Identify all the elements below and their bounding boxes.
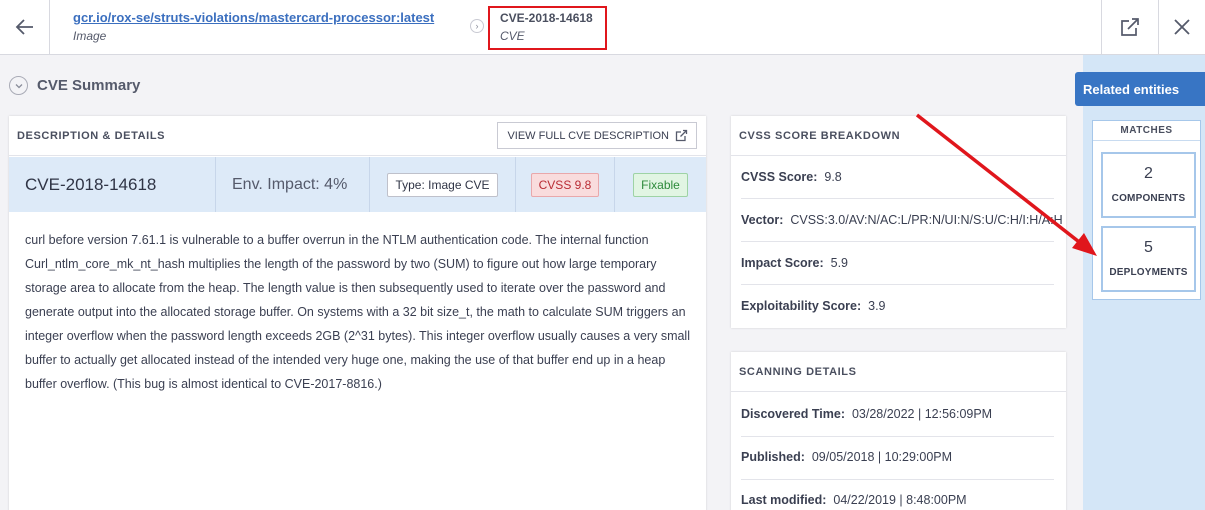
open-external-button[interactable]: [1101, 0, 1158, 54]
external-link-icon: [675, 129, 688, 142]
discovered-time-value: 03/28/2022 | 12:56:09PM: [851, 407, 993, 421]
matches-heading: MATCHES: [1093, 121, 1200, 141]
vector-label: Vector:: [741, 213, 784, 227]
scanning-heading: SCANNING DETAILS: [739, 365, 857, 378]
close-button[interactable]: [1158, 0, 1205, 54]
header-bar: gcr.io/rox-se/struts-violations/masterca…: [0, 0, 1205, 55]
breadcrumb-cve: CVE-2018-14618 CVE: [488, 6, 607, 50]
cvss-score-row: CVSS Score: 9.8: [741, 170, 842, 184]
impact-score-label: Impact Score:: [741, 256, 824, 270]
published-row: Published: 09/05/2018 | 10:29:00PM: [741, 450, 952, 464]
divider: [741, 241, 1054, 242]
cvss-score-label: CVSS Score:: [741, 170, 818, 184]
view-full-cve-button[interactable]: VIEW FULL CVE DESCRIPTION: [497, 122, 697, 149]
related-entities-button[interactable]: Related entities: [1075, 72, 1205, 106]
cve-summary-toggle[interactable]: CVE Summary: [9, 76, 140, 95]
description-panel: DESCRIPTION & DETAILS VIEW FULL CVE DESC…: [9, 116, 706, 510]
cve-summary-row: CVE-2018-14618 Env. Impact: 4% Type: Ima…: [9, 157, 706, 212]
exploitability-score-value: 3.9: [868, 299, 886, 313]
divider: [741, 436, 1054, 437]
cve-summary-title: CVE Summary: [37, 77, 141, 94]
deployments-tile[interactable]: 5 DEPLOYMENTS: [1101, 226, 1196, 292]
vector-value: CVSS:3.0/AV:N/AC:L/PR:N/UI:N/S:U/C:H/I:H…: [790, 213, 1063, 227]
components-tile[interactable]: 2 COMPONENTS: [1101, 152, 1196, 218]
cve-description: curl before version 7.61.1 is vulnerable…: [25, 233, 690, 391]
deployments-label: DEPLOYMENTS: [1109, 267, 1188, 278]
back-button[interactable]: [0, 0, 50, 54]
external-link-icon: [1121, 18, 1139, 36]
vector-row: Vector: CVSS:3.0/AV:N/AC:L/PR:N/UI:N/S:U…: [741, 213, 1063, 227]
components-count: 2: [1144, 165, 1153, 182]
matches-panel: MATCHES 2 COMPONENTS 5 DEPLOYMENTS: [1092, 120, 1201, 300]
image-link[interactable]: gcr.io/rox-se/struts-violations/masterca…: [73, 10, 434, 26]
last-modified-label: Last modified:: [741, 493, 827, 507]
published-label: Published:: [741, 450, 805, 464]
env-impact: Env. Impact: 4%: [232, 175, 348, 193]
cve-breadcrumb-type: CVE: [500, 29, 525, 43]
cve-id: CVE-2018-14618: [25, 174, 157, 194]
cve-breadcrumb-title: CVE-2018-14618: [500, 11, 593, 25]
last-modified-row: Last modified: 04/22/2019 | 8:48:00PM: [741, 493, 967, 507]
exploitability-score-row: Exploitability Score: 3.9: [741, 299, 886, 313]
arrow-left-icon: [15, 19, 33, 35]
deployments-count: 5: [1144, 239, 1153, 256]
impact-score-value: 5.9: [830, 256, 849, 270]
chevron-down-icon: [9, 76, 28, 95]
fixable-badge: Fixable: [633, 172, 688, 197]
cvss-breakdown-panel: CVSS SCORE BREAKDOWN CVSS Score: 9.8 Vec…: [731, 116, 1066, 328]
chevron-right-icon: ›: [470, 19, 484, 33]
published-value: 09/05/2018 | 10:29:00PM: [811, 450, 953, 464]
divider: [741, 198, 1054, 199]
discovered-time-row: Discovered Time: 03/28/2022 | 12:56:09PM: [741, 407, 992, 421]
cvss-heading: CVSS SCORE BREAKDOWN: [739, 129, 901, 142]
impact-score-row: Impact Score: 5.9: [741, 256, 848, 270]
divider: [741, 284, 1054, 285]
components-label: COMPONENTS: [1111, 193, 1186, 204]
breadcrumb-image: gcr.io/rox-se/struts-violations/masterca…: [73, 10, 434, 44]
last-modified-value: 04/22/2019 | 8:48:00PM: [833, 493, 967, 507]
close-icon: [1174, 19, 1190, 35]
cvss-score-value: 9.8: [824, 170, 842, 184]
discovered-time-label: Discovered Time:: [741, 407, 845, 421]
description-heading: DESCRIPTION & DETAILS: [17, 129, 166, 142]
exploitability-score-label: Exploitability Score:: [741, 299, 862, 313]
cvss-badge: CVSS 9.8: [530, 172, 600, 197]
divider: [741, 479, 1054, 480]
image-type-label: Image: [73, 29, 107, 43]
scanning-details-panel: SCANNING DETAILS Discovered Time: 03/28/…: [731, 352, 1066, 510]
type-badge: Type: Image CVE: [387, 172, 498, 197]
view-full-cve-label: VIEW FULL CVE DESCRIPTION: [507, 129, 669, 142]
